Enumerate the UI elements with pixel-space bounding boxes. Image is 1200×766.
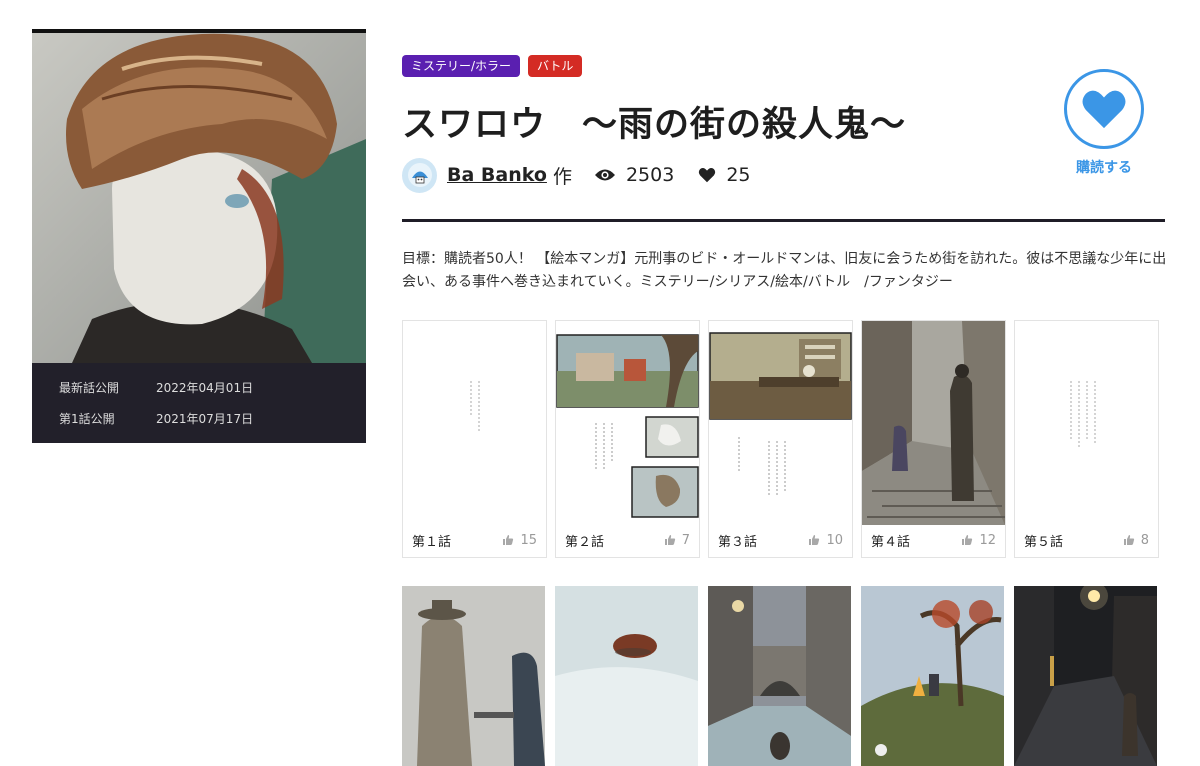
- first-release-row: 第1話公開 2021年07月17日: [59, 410, 253, 427]
- thumbs-up-icon: [962, 535, 973, 545]
- episode-3-like-count: 10: [826, 532, 843, 548]
- like-count: 25: [698, 164, 751, 186]
- author-suffix: 作: [552, 165, 572, 188]
- episode-7-thumbnail: [555, 586, 698, 766]
- episode-4-like-count: 12: [979, 532, 996, 548]
- episode-5-label: 第５話: [1024, 534, 1064, 550]
- episode-1-likes: 15: [502, 533, 537, 548]
- tag-battle[interactable]: バトル: [528, 55, 583, 77]
- tag-mystery-horror[interactable]: ミステリー/ホラー: [402, 55, 521, 77]
- episode-5-likes: 8: [1123, 533, 1149, 548]
- episode-list: 第１話 15 第２話 7 第３話 10 第４話 12 第５話 8: [402, 320, 1159, 558]
- like-count-value: 25: [726, 164, 751, 186]
- episode-4-footer: 第４話 12: [862, 523, 1005, 557]
- episode-4-label: 第４話: [871, 534, 911, 550]
- episode-card-9[interactable]: [861, 586, 1006, 766]
- episode-10-thumbnail: [1014, 586, 1157, 766]
- author-avatar-icon: [407, 163, 432, 187]
- episode-1-label: 第１話: [412, 534, 452, 550]
- eye-icon: [594, 169, 615, 181]
- episode-3-footer: 第３話 10: [709, 523, 852, 557]
- episode-4-thumbnail: [862, 321, 1005, 525]
- work-description: 目標：購読者50人！ 【絵本マンガ】元刑事のビド・オールドマンは、旧友に会うため…: [402, 251, 1167, 290]
- latest-release-label: 最新話公開: [59, 381, 120, 395]
- genre-tags: ミステリー/ホラー バトル: [402, 55, 583, 77]
- episode-5-like-count: 8: [1140, 532, 1149, 548]
- latest-release-row: 最新話公開 2022年04月01日: [59, 379, 253, 396]
- episode-5-thumbnail: [1015, 321, 1158, 525]
- release-dates-panel: 最新話公開 2022年04月01日 第1話公開 2021年07月17日: [32, 363, 366, 443]
- episode-2-footer: 第２話 7: [556, 523, 699, 557]
- episode-1-footer: 第１話 15: [403, 523, 546, 557]
- episode-card-1[interactable]: 第１話 15: [402, 320, 547, 558]
- episode-1-thumbnail: [403, 321, 546, 525]
- subscribe-circle[interactable]: [1064, 69, 1144, 149]
- work-meta: Ba Banko 作 2503 25: [402, 157, 775, 193]
- heart-icon: [1082, 90, 1126, 129]
- episode-6-thumbnail: [402, 586, 545, 766]
- episode-card-8[interactable]: [708, 586, 853, 766]
- author-avatar[interactable]: [402, 157, 437, 193]
- thumbs-up-icon: [664, 535, 675, 545]
- thumbs-up-icon: [1123, 535, 1134, 545]
- subscribe-button[interactable]: 購読する: [1061, 69, 1147, 177]
- header-divider: [402, 219, 1165, 222]
- work-title: スワロウ 〜雨の街の殺人鬼〜: [402, 105, 907, 145]
- heart-icon: [699, 168, 716, 183]
- episode-2-likes: 7: [664, 533, 690, 548]
- episode-2-like-count: 7: [681, 532, 690, 548]
- first-release-date: 2021年07月17日: [156, 412, 254, 426]
- episode-2-label: 第２話: [565, 534, 605, 550]
- latest-release-date: 2022年04月01日: [156, 381, 254, 395]
- view-count: 2503: [594, 164, 674, 186]
- episode-card-4[interactable]: 第４話 12: [861, 320, 1006, 558]
- first-release-label: 第1話公開: [59, 412, 115, 426]
- subscribe-label[interactable]: 購読する: [1061, 157, 1147, 177]
- thumbs-up-icon: [809, 535, 820, 545]
- episode-3-thumbnail: [709, 321, 852, 525]
- episode-card-3[interactable]: 第３話 10: [708, 320, 853, 558]
- episode-list-row-2: [402, 586, 1159, 766]
- episode-2-thumbnail: [556, 321, 699, 525]
- view-count-value: 2503: [625, 164, 675, 186]
- episode-4-likes: 12: [961, 533, 996, 548]
- author-name-link[interactable]: Ba Banko: [447, 164, 547, 186]
- episode-card-6[interactable]: [402, 586, 547, 766]
- episode-1-like-count: 15: [520, 532, 537, 548]
- episode-card-5[interactable]: 第５話 8: [1014, 320, 1159, 558]
- episode-8-thumbnail: [708, 586, 851, 766]
- episode-card-7[interactable]: [555, 586, 700, 766]
- episode-5-footer: 第５話 8: [1015, 523, 1158, 557]
- thumbs-up-icon: [503, 535, 514, 545]
- episode-3-likes: 10: [808, 533, 843, 548]
- episode-card-2[interactable]: 第２話 7: [555, 320, 700, 558]
- episode-9-thumbnail: [861, 586, 1004, 766]
- episode-card-10[interactable]: [1014, 586, 1159, 766]
- episode-3-label: 第３話: [718, 534, 758, 550]
- cover-image: [32, 29, 366, 363]
